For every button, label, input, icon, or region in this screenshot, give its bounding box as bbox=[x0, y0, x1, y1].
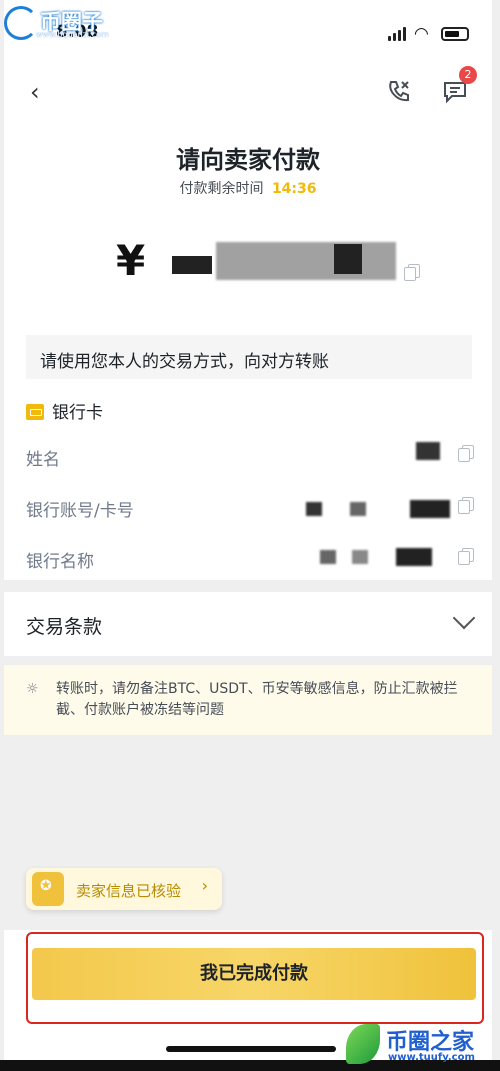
watermark-bottom: 币圈之家 www.tuufy.com bbox=[346, 1022, 496, 1070]
amount-currency: ¥ bbox=[116, 236, 146, 285]
wifi-icon: ◠ bbox=[414, 24, 429, 44]
account-redacted bbox=[350, 502, 366, 516]
back-button[interactable]: ‹ bbox=[30, 78, 40, 106]
account-redacted bbox=[410, 500, 450, 518]
payment-method: 银行卡 bbox=[26, 398, 103, 423]
page-title: 请向卖家付款 bbox=[176, 146, 320, 174]
payment-card: ‹ 2 请向卖家付款 付款剩余时间 14:36 ¥ 请使用您本人的交易方式，向对… bbox=[4, 60, 492, 580]
payment-completed-button[interactable]: 我已完成付款 bbox=[32, 948, 476, 1000]
payment-page: 8:08 ◠ ‹ 2 请向卖家付款 付款剩余时间 14:36 ¥ 请使用您本人的… bbox=[4, 0, 492, 1071]
watermark-leaf-icon bbox=[346, 1024, 380, 1064]
cellular-signal-icon bbox=[388, 27, 408, 41]
chevron-right-icon: › bbox=[201, 876, 208, 895]
warning-banner: ☼ 转账时，请勿备注BTC、USDT、币安等敏感信息，防止汇款被拦截、付款账户被… bbox=[4, 665, 492, 735]
timer-label: 付款剩余时间 bbox=[179, 181, 264, 197]
bank-redacted bbox=[352, 550, 368, 564]
watermark-top: 币圈子 www.bquanzi.com bbox=[0, 0, 120, 46]
copy-bank-icon[interactable] bbox=[458, 548, 474, 565]
amount-redacted bbox=[216, 242, 396, 280]
copy-name-icon[interactable] bbox=[458, 445, 474, 462]
payment-notice: 请使用您本人的交易方式，向对方转账 bbox=[26, 335, 472, 379]
seller-verified-label: 卖家信息已核验 bbox=[76, 882, 182, 900]
appeal-phone-icon[interactable] bbox=[386, 78, 412, 104]
bank-redacted bbox=[320, 550, 336, 564]
chevron-down-icon[interactable] bbox=[452, 606, 476, 630]
warning-text: 转账时，请勿备注BTC、USDT、币安等敏感信息，防止汇款被拦截、付款账户被冻结… bbox=[56, 681, 458, 718]
watermark-url: www.tuufy.com bbox=[388, 1052, 475, 1063]
amount-redacted bbox=[334, 244, 362, 274]
watermark-url: www.bquanzi.com bbox=[36, 30, 109, 39]
copy-account-icon[interactable] bbox=[458, 497, 474, 514]
field-name-label: 姓名 bbox=[26, 450, 60, 470]
bank-card-icon bbox=[26, 404, 44, 420]
trade-terms-section[interactable]: 交易条款 bbox=[4, 592, 492, 656]
name-redacted bbox=[416, 442, 440, 460]
battery-icon bbox=[441, 27, 469, 41]
timer-row: 付款剩余时间 14:36 bbox=[4, 178, 492, 198]
lightbulb-icon: ☼ bbox=[26, 681, 39, 697]
account-redacted bbox=[306, 502, 322, 516]
field-account-label: 银行账号/卡号 bbox=[26, 501, 134, 521]
chat-unread-badge: 2 bbox=[459, 66, 477, 84]
trade-terms-label: 交易条款 bbox=[26, 616, 103, 638]
home-indicator[interactable] bbox=[166, 1046, 336, 1052]
copy-amount-icon[interactable] bbox=[404, 264, 420, 281]
watermark-logo-icon bbox=[4, 6, 38, 40]
timer-value: 14:36 bbox=[271, 181, 317, 197]
amount-redacted bbox=[172, 256, 212, 274]
bank-redacted bbox=[396, 548, 432, 566]
shield-icon bbox=[32, 872, 64, 906]
payment-method-label: 银行卡 bbox=[52, 403, 103, 423]
seller-verified-button[interactable]: 卖家信息已核验 › bbox=[26, 868, 222, 910]
field-bank-label: 银行名称 bbox=[26, 552, 94, 572]
